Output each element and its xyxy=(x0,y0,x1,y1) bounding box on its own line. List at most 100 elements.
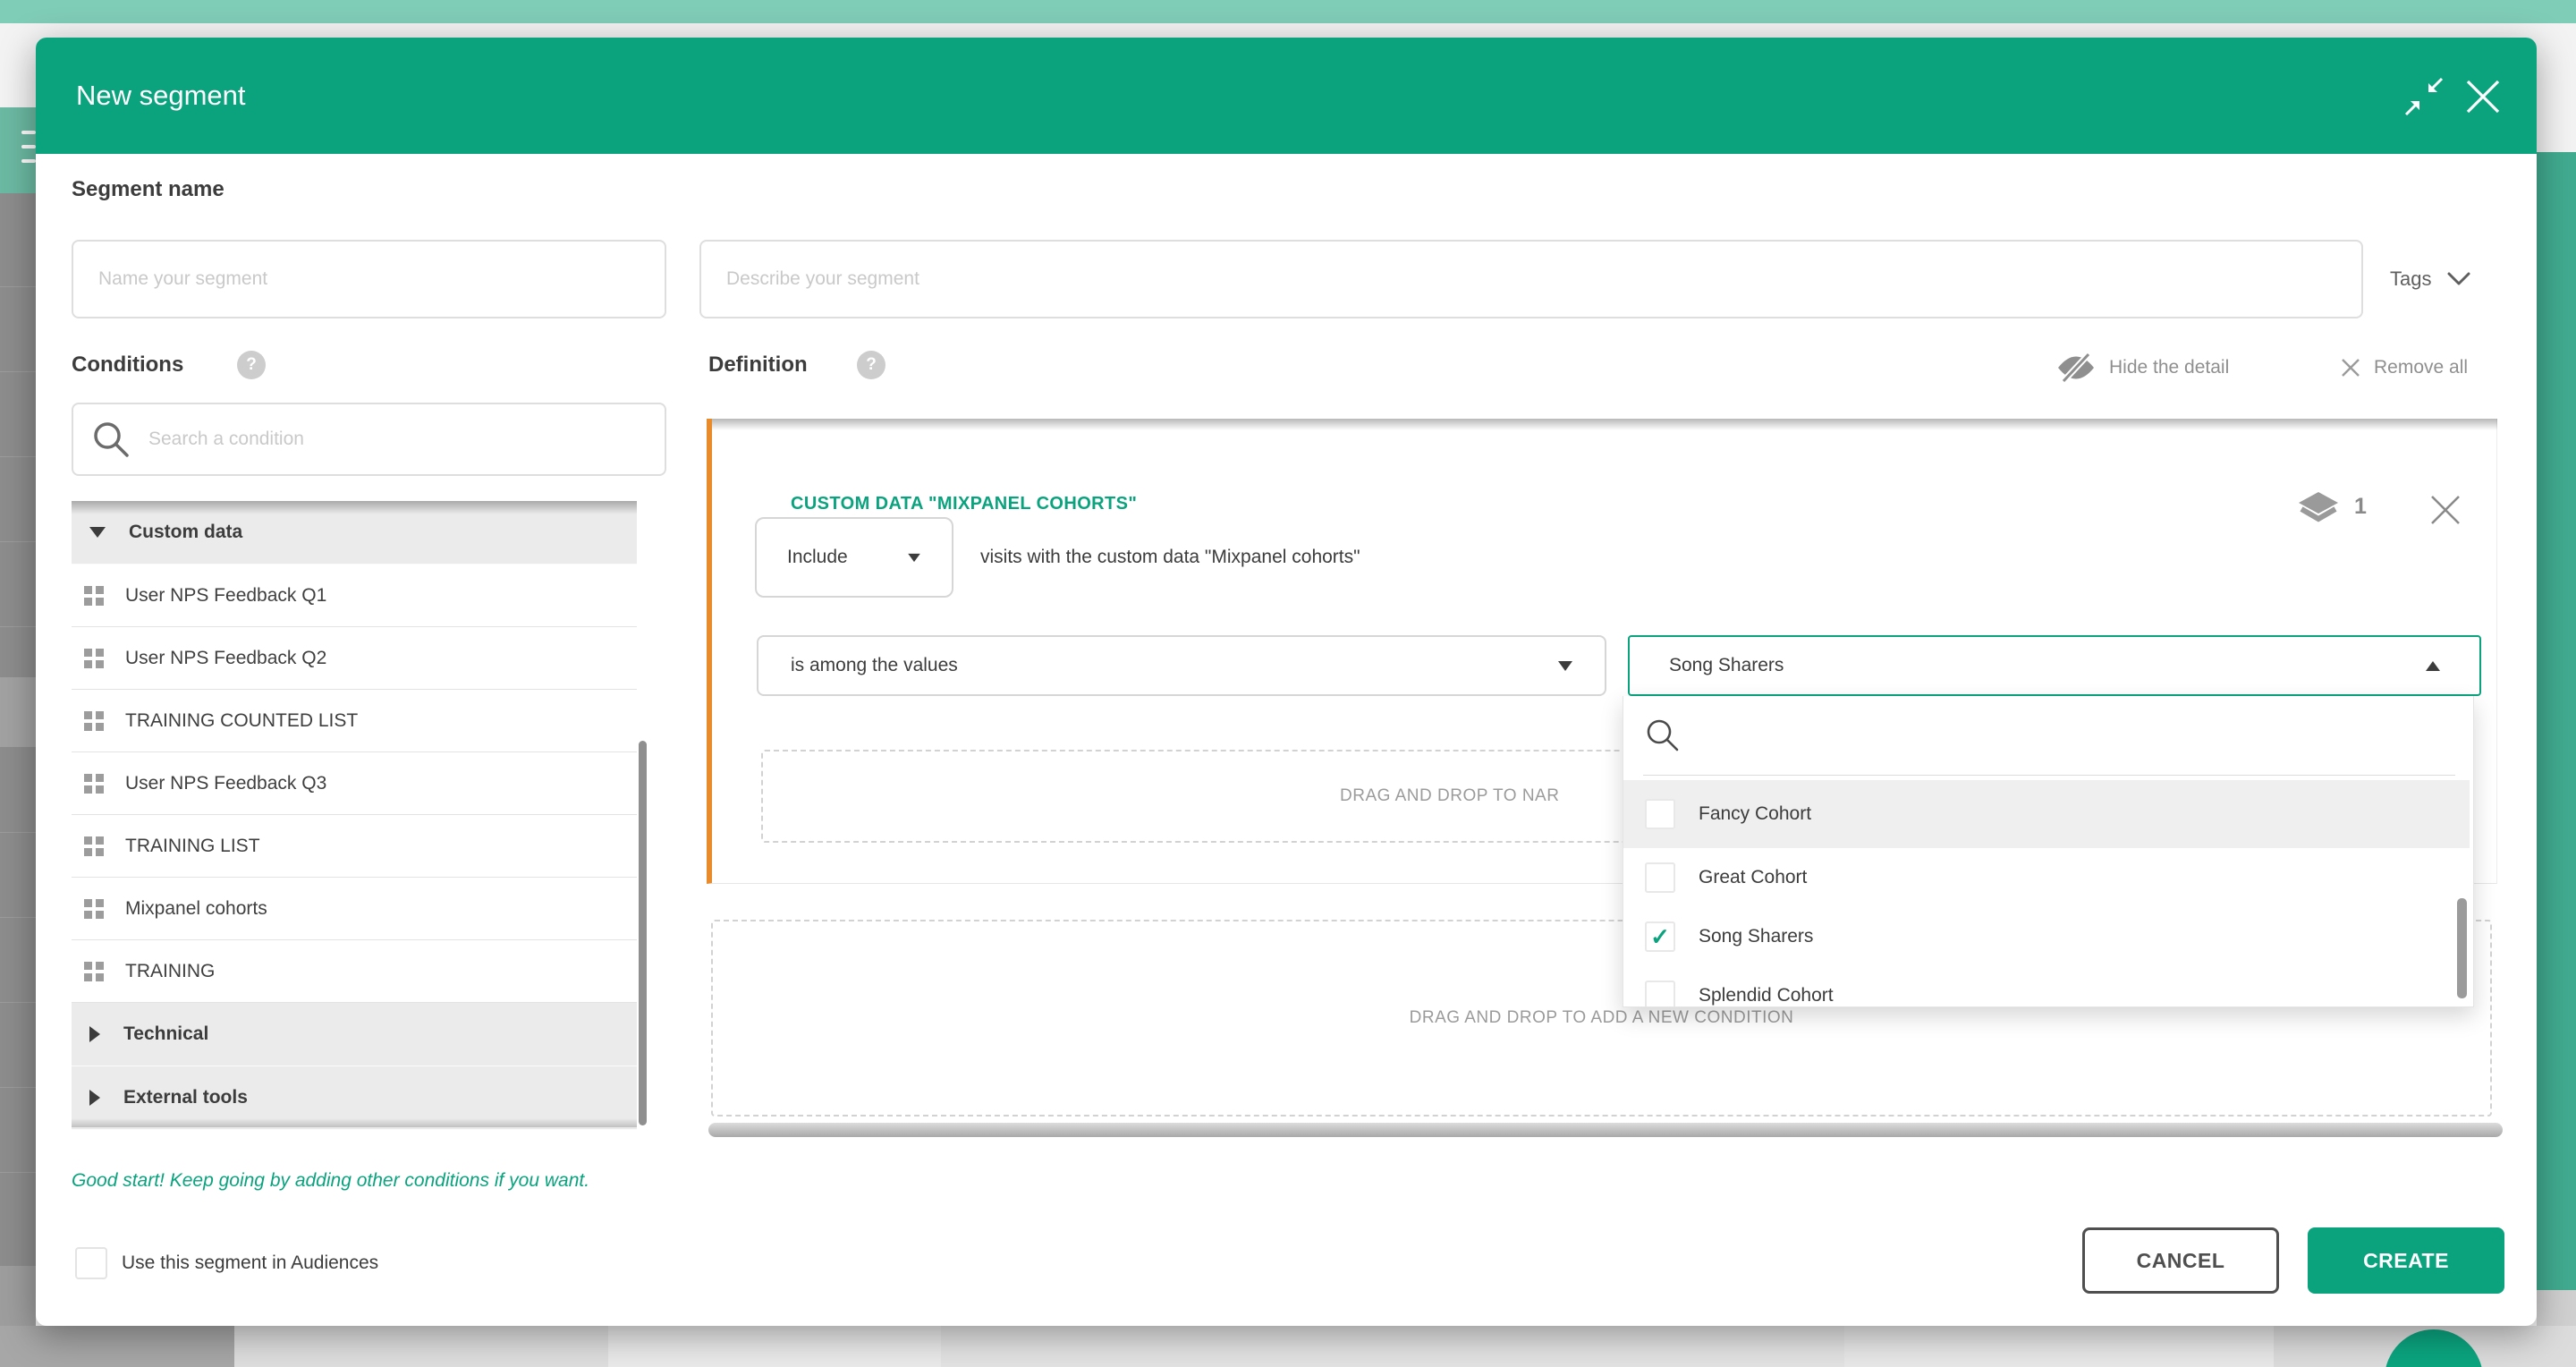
checkbox-icon[interactable] xyxy=(1645,981,1675,1007)
triangle-right-icon xyxy=(89,1026,100,1042)
triangle-right-icon xyxy=(89,1090,100,1106)
x-icon xyxy=(2340,357,2361,378)
condition-search-input[interactable] xyxy=(147,428,647,451)
hide-detail-button[interactable]: Hide the detail xyxy=(2055,352,2229,383)
value-dropdown-options: Fancy Cohort Great Cohort ✓ Song Sharers Spl… xyxy=(1623,780,2470,1007)
checkbox-icon[interactable] xyxy=(1645,799,1675,829)
background-page-bottom xyxy=(0,1326,2576,1367)
modal-header: New segment xyxy=(36,38,2537,154)
cancel-button[interactable]: CANCEL xyxy=(2082,1227,2279,1294)
remove-all-button[interactable]: Remove all xyxy=(2340,352,2468,383)
checkbox-icon[interactable] xyxy=(1645,862,1675,893)
audiences-checkbox[interactable] xyxy=(75,1247,107,1279)
condition-item-user-nps-feedback-q1[interactable]: User NPS Feedback Q1 xyxy=(72,565,637,627)
remove-all-label: Remove all xyxy=(2374,357,2468,378)
card-top-shadow xyxy=(712,419,2497,430)
layers-icon xyxy=(2297,492,2340,531)
list-bottom-shadow xyxy=(72,1118,637,1127)
caret-up-icon xyxy=(2426,661,2440,671)
background-right-panel xyxy=(2537,152,2576,1290)
search-icon xyxy=(91,420,131,459)
condition-group-technical[interactable]: Technical xyxy=(72,1003,637,1066)
modal-title: New segment xyxy=(76,38,246,154)
conditions-help-icon[interactable]: ? xyxy=(237,351,266,379)
condition-label: Mixpanel cohorts xyxy=(125,898,267,920)
conditions-list: Custom dataUser NPS Feedback Q1User NPS … xyxy=(72,501,637,1130)
drag-handle-icon xyxy=(84,962,104,981)
background-sidebar-selected xyxy=(0,677,36,747)
collapse-icon[interactable] xyxy=(2404,77,2444,116)
dropdown-scrollbar[interactable] xyxy=(2457,898,2467,998)
tags-dropdown[interactable]: Tags xyxy=(2390,240,2470,318)
close-icon[interactable] xyxy=(2465,79,2501,115)
eye-off-icon xyxy=(2055,352,2097,384)
dropdown-option-label: Splendid Cohort xyxy=(1699,985,1834,1006)
include-select[interactable]: Include xyxy=(755,517,953,598)
drag-handle-icon xyxy=(84,586,104,606)
triangle-down-icon xyxy=(89,527,106,538)
chevron-down-icon xyxy=(2447,272,2470,286)
list-top-shadow xyxy=(72,501,637,514)
layer-count: 1 xyxy=(2354,494,2367,520)
definition-help-icon[interactable]: ? xyxy=(857,351,886,379)
condition-label: User NPS Feedback Q2 xyxy=(125,648,326,669)
value-select[interactable]: Song Sharers xyxy=(1628,635,2481,696)
drag-handle-icon xyxy=(84,899,104,919)
hamburger-icon xyxy=(21,131,36,134)
segment-name-label: Segment name xyxy=(72,177,225,202)
value-dropdown-panel: Fancy Cohort Great Cohort ✓ Song Sharers Spl… xyxy=(1623,696,2474,1007)
screen: New segment Segment name Tags xyxy=(0,0,2576,1367)
hint-text: Good start! Keep going by adding other c… xyxy=(72,1170,589,1192)
checkbox-checked-icon[interactable]: ✓ xyxy=(1645,921,1675,952)
create-button[interactable]: CREATE xyxy=(2308,1227,2504,1294)
value-select-value: Song Sharers xyxy=(1669,655,1784,676)
drag-handle-icon xyxy=(84,836,104,856)
audiences-checkbox-label: Use this segment in Audiences xyxy=(122,1240,378,1286)
condition-sentence: visits with the custom data "Mixpanel co… xyxy=(980,517,1360,598)
conditions-label: Conditions xyxy=(72,352,183,378)
segment-name-input[interactable] xyxy=(72,240,666,318)
condition-card-title: CUSTOM DATA "MIXPANEL COHORTS" xyxy=(791,494,1137,514)
include-select-value: Include xyxy=(787,547,848,568)
condition-item-training-counted-list[interactable]: TRAINING COUNTED LIST xyxy=(72,690,637,752)
condition-label: TRAINING LIST xyxy=(125,836,260,857)
condition-label: External tools xyxy=(123,1087,248,1108)
dropdown-option-label: Great Cohort xyxy=(1699,867,1807,888)
nav-toggle-area[interactable] xyxy=(0,107,36,193)
tags-label: Tags xyxy=(2390,267,2431,291)
dropdown-option-fancy-cohort[interactable]: Fancy Cohort xyxy=(1623,780,2470,848)
operator-select-value: is among the values xyxy=(791,655,958,676)
condition-search xyxy=(72,403,666,476)
caret-down-icon xyxy=(1558,661,1572,671)
new-segment-modal: New segment Segment name Tags xyxy=(36,38,2537,1326)
condition-label: TRAINING COUNTED LIST xyxy=(125,710,358,732)
definition-horizontal-scrollbar[interactable] xyxy=(708,1123,2503,1137)
caret-down-icon xyxy=(908,553,920,561)
condition-close-icon[interactable] xyxy=(2429,494,2462,526)
operator-select[interactable]: is among the values xyxy=(757,635,1606,696)
condition-label: User NPS Feedback Q3 xyxy=(125,773,326,794)
condition-label: TRAINING xyxy=(125,961,215,982)
dropdown-divider xyxy=(1643,775,2455,776)
condition-item-user-nps-feedback-q2[interactable]: User NPS Feedback Q2 xyxy=(72,627,637,690)
dropdown-option-song-sharers[interactable]: ✓ Song Sharers xyxy=(1623,907,2470,966)
condition-item-training[interactable]: TRAINING xyxy=(72,940,637,1003)
narrow-dropzone-text: DRAG AND DROP TO NAR xyxy=(1340,751,1559,841)
drag-handle-icon xyxy=(84,711,104,731)
dropdown-option-label: Fancy Cohort xyxy=(1699,803,1811,825)
drag-handle-icon xyxy=(84,774,104,794)
hide-detail-label: Hide the detail xyxy=(2109,357,2229,378)
condition-item-training-list[interactable]: TRAINING LIST xyxy=(72,815,637,878)
dropdown-option-label: Song Sharers xyxy=(1699,926,1813,947)
page-topbar xyxy=(0,0,2576,23)
definition-label: Definition xyxy=(708,352,808,378)
condition-label: User NPS Feedback Q1 xyxy=(125,585,326,607)
segment-description-input[interactable] xyxy=(699,240,2363,318)
condition-item-mixpanel-cohorts[interactable]: Mixpanel cohorts xyxy=(72,878,637,940)
dropdown-option-splendid-cohort[interactable]: Splendid Cohort xyxy=(1623,966,2470,1007)
dropdown-option-great-cohort[interactable]: Great Cohort xyxy=(1623,848,2470,907)
condition-item-user-nps-feedback-q3[interactable]: User NPS Feedback Q3 xyxy=(72,752,637,815)
dropdown-search-input[interactable] xyxy=(1645,723,2414,753)
drag-handle-icon xyxy=(84,649,104,668)
conditions-scrollbar[interactable] xyxy=(639,741,647,1125)
